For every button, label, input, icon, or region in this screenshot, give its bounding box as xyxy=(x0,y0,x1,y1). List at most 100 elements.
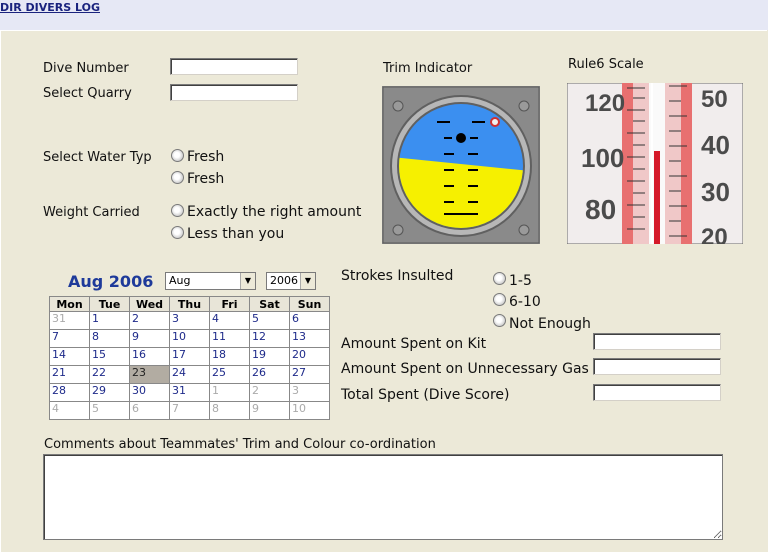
calendar-day[interactable]: 5 xyxy=(89,401,130,420)
water-fresh-label-1: Fresh xyxy=(187,149,225,165)
calendar-day[interactable]: 1 xyxy=(209,383,250,402)
calendar-day[interactable]: 10 xyxy=(169,329,210,348)
year-select[interactable]: 2006 ▼ xyxy=(266,272,316,290)
calendar-day[interactable]: 22 xyxy=(89,365,130,384)
quarry-input[interactable] xyxy=(170,84,298,101)
strokes-1-5-radio[interactable] xyxy=(493,272,506,285)
scale-left-100: 100 xyxy=(581,143,624,173)
day-header: Thu xyxy=(169,296,210,312)
day-header: Fri xyxy=(209,296,250,312)
weight-less-label: Less than you xyxy=(187,226,285,242)
calendar-day[interactable]: 3 xyxy=(169,311,210,330)
trim-indicator-title: Trim Indicator xyxy=(383,61,473,76)
strokes-1-5-label: 1-5 xyxy=(509,273,532,289)
calendar-day[interactable]: 27 xyxy=(289,365,330,384)
day-header: Sun xyxy=(289,296,330,312)
month-select-value: Aug xyxy=(169,274,191,287)
calendar-week-row: 7 8 9 10 11 12 13 xyxy=(49,329,330,348)
calendar-day[interactable]: 31 xyxy=(49,311,90,330)
calendar-day[interactable]: 8 xyxy=(89,329,130,348)
calendar-day[interactable]: 28 xyxy=(49,383,90,402)
calendar-week-row: 21 22 23 24 25 26 27 xyxy=(49,365,330,384)
calendar-day[interactable]: 10 xyxy=(289,401,330,420)
day-header: Wed xyxy=(129,296,170,312)
calendar-day[interactable]: 4 xyxy=(49,401,90,420)
rule6-thermometer-image: 120 100 80 50 40 30 20 xyxy=(567,83,743,244)
calendar-title: Aug 2006 xyxy=(68,272,154,291)
weight-carried-label: Weight Carried xyxy=(43,205,140,220)
scale-right-20: 20 xyxy=(701,224,728,244)
year-select-value: 2006 xyxy=(270,274,298,287)
calendar-day[interactable]: 21 xyxy=(49,365,90,384)
calendar-day[interactable]: 14 xyxy=(49,347,90,366)
year-dropdown-arrow-icon[interactable]: ▼ xyxy=(300,273,315,289)
calendar-day[interactable]: 3 xyxy=(289,383,330,402)
calendar-day[interactable]: 9 xyxy=(249,401,290,420)
dive-number-input[interactable] xyxy=(170,58,298,75)
calendar-day[interactable]: 20 xyxy=(289,347,330,366)
weight-less-radio[interactable] xyxy=(171,226,184,239)
calendar-day[interactable]: 2 xyxy=(249,383,290,402)
calendar-day[interactable]: 2 xyxy=(129,311,170,330)
calendar-day[interactable]: 13 xyxy=(289,329,330,348)
calendar-day[interactable]: 1 xyxy=(89,311,130,330)
calendar-day[interactable]: 7 xyxy=(49,329,90,348)
trim-indicator-gauge xyxy=(382,86,540,244)
calendar-day[interactable]: 6 xyxy=(289,311,330,330)
calendar-day[interactable]: 24 xyxy=(169,365,210,384)
calendar-day[interactable]: 17 xyxy=(169,347,210,366)
scale-right-50: 50 xyxy=(701,86,728,113)
calendar-day[interactable]: 16 xyxy=(129,347,170,366)
calendar-day[interactable]: 12 xyxy=(249,329,290,348)
calendar-week-row: 31 1 2 3 4 5 6 xyxy=(49,311,330,330)
calendar-header-row: Mon Tue Wed Thu Fri Sat Sun xyxy=(49,296,330,312)
calendar-day[interactable]: 8 xyxy=(209,401,250,420)
calendar-week-row: 14 15 16 17 18 19 20 xyxy=(49,347,330,366)
water-fresh-radio-1[interactable] xyxy=(171,149,184,162)
calendar-day[interactable]: 11 xyxy=(209,329,250,348)
calendar-day[interactable]: 26 xyxy=(249,365,290,384)
calendar-day[interactable]: 7 xyxy=(169,401,210,420)
calendar-day[interactable]: 19 xyxy=(249,347,290,366)
dir-divers-log-link[interactable]: DIR DIVERS LOG xyxy=(0,1,100,14)
amount-gas-label: Amount Spent on Unnecessary Gas xyxy=(341,361,589,377)
calendar-day[interactable]: 15 xyxy=(89,347,130,366)
amount-kit-input[interactable] xyxy=(593,333,721,350)
month-dropdown-arrow-icon[interactable]: ▼ xyxy=(240,273,255,289)
day-header: Mon xyxy=(49,296,90,312)
calendar-day[interactable]: 29 xyxy=(89,383,130,402)
calendar-week-row: 4 5 6 7 8 9 10 xyxy=(49,401,330,420)
strokes-6-10-label: 6-10 xyxy=(509,294,541,310)
calendar-week-row: 28 29 30 31 1 2 3 xyxy=(49,383,330,402)
water-fresh-radio-2[interactable] xyxy=(171,171,184,184)
amount-kit-label: Amount Spent on Kit xyxy=(341,336,487,352)
scale-left-80: 80 xyxy=(585,194,616,225)
amount-gas-input[interactable] xyxy=(593,358,721,375)
scale-right-40: 40 xyxy=(701,130,730,160)
water-fresh-label-2: Fresh xyxy=(187,171,225,187)
strokes-insulted-label: Strokes Insulted xyxy=(341,268,454,284)
calendar-day[interactable]: 9 xyxy=(129,329,170,348)
calendar-day[interactable]: 18 xyxy=(209,347,250,366)
weight-exact-radio[interactable] xyxy=(171,204,184,217)
calendar-day[interactable]: 5 xyxy=(249,311,290,330)
strokes-not-enough-radio[interactable] xyxy=(493,314,506,327)
scale-right-30: 30 xyxy=(701,177,730,207)
calendar-day-selected[interactable]: 23 xyxy=(129,365,170,384)
calendar-day[interactable]: 4 xyxy=(209,311,250,330)
comments-textarea[interactable] xyxy=(43,454,723,540)
scale-left-120: 120 xyxy=(585,90,625,117)
strokes-not-enough-label: Not Enough xyxy=(509,316,591,332)
calendar-day[interactable]: 6 xyxy=(129,401,170,420)
calendar-day[interactable]: 30 xyxy=(129,383,170,402)
strokes-6-10-radio[interactable] xyxy=(493,293,506,306)
comments-label: Comments about Teammates' Trim and Colou… xyxy=(44,437,436,452)
calendar-grid: Mon Tue Wed Thu Fri Sat Sun 31 1 2 3 4 5… xyxy=(49,296,330,420)
total-spent-label: Total Spent (Dive Score) xyxy=(341,387,510,403)
day-header: Tue xyxy=(89,296,130,312)
total-spent-input[interactable] xyxy=(593,384,721,401)
calendar-day[interactable]: 25 xyxy=(209,365,250,384)
weight-exact-label: Exactly the right amount xyxy=(187,204,362,220)
month-select[interactable]: Aug ▼ xyxy=(165,272,256,290)
calendar-day[interactable]: 31 xyxy=(169,383,210,402)
